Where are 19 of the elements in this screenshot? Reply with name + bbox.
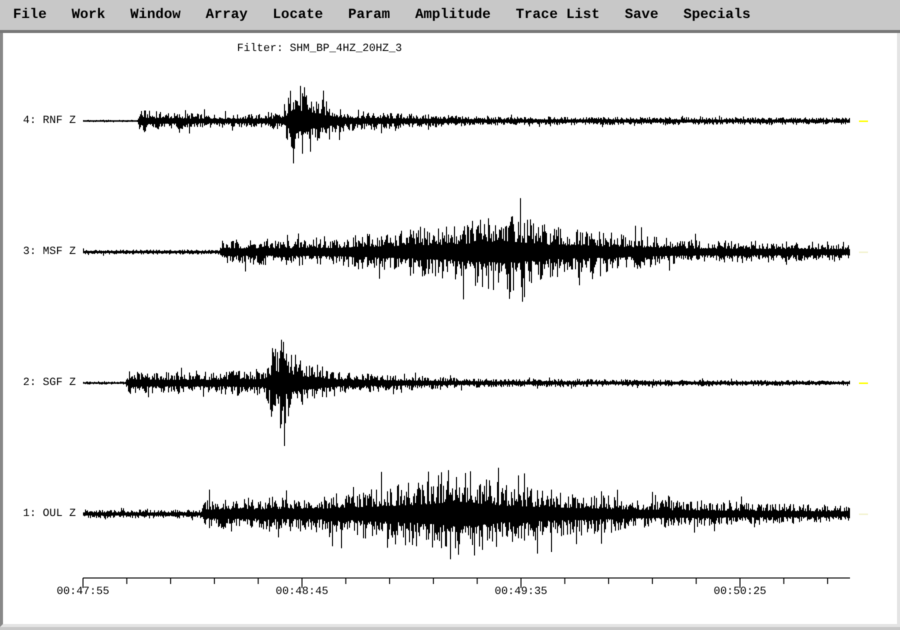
menu-item[interactable]: Locate [264,3,332,27]
time-label: 00:47:55 [56,586,110,598]
trace-label: 1: OUL Z [23,508,76,520]
menu-item[interactable]: Amplitude [406,3,500,27]
menu-item[interactable]: File [4,3,56,27]
menu-item[interactable]: Window [121,3,190,27]
menu-item[interactable]: Array [196,3,257,27]
time-label: 00:49:35 [494,586,548,598]
time-label: 00:50:25 [714,586,766,598]
trace-label: 3: MSF Z [23,246,76,258]
menu-item[interactable]: Specials [674,3,760,27]
menu-item[interactable]: Param [339,3,400,27]
filter-label: Filter: SHM_BP_4HZ_20HZ_3 [237,43,402,55]
trace-label: 2: SGF Z [23,377,76,389]
time-label: 00:48:45 [276,586,328,598]
menu-item[interactable]: Trace List [506,3,609,27]
menu-item[interactable]: Save [616,3,668,27]
menu-item[interactable]: Work [62,3,114,27]
trace-label: 4: RNF Z [23,115,76,127]
